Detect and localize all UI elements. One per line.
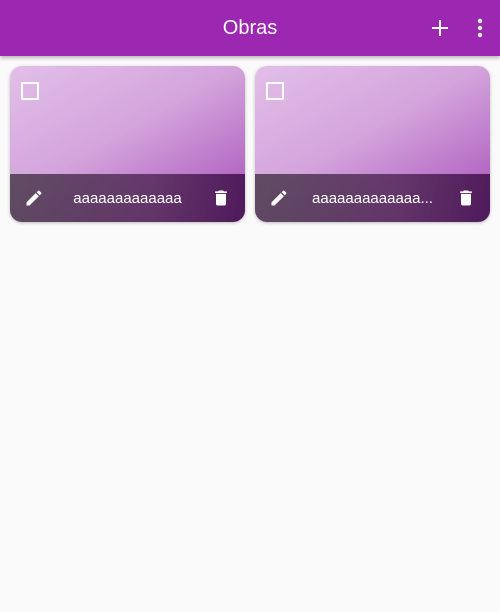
select-checkbox[interactable] bbox=[21, 82, 39, 100]
plus-icon bbox=[431, 19, 449, 37]
pencil-icon bbox=[269, 188, 289, 208]
select-checkbox[interactable] bbox=[266, 82, 284, 100]
delete-button[interactable] bbox=[442, 174, 490, 222]
trash-icon bbox=[456, 188, 476, 208]
card-footer: aaaaaaaaaaaaa bbox=[10, 174, 245, 222]
more-vert-icon bbox=[477, 18, 483, 38]
obra-name: aaaaaaaaaaaaa bbox=[73, 189, 182, 207]
obra-card[interactable]: aaaaaaaaaaaaa bbox=[10, 66, 245, 222]
trash-icon bbox=[211, 188, 231, 208]
delete-button[interactable] bbox=[197, 174, 245, 222]
more-options-button[interactable] bbox=[460, 8, 500, 48]
app-bar: Obras bbox=[0, 0, 500, 56]
card-footer: aaaaaaaaaaaaa... bbox=[255, 174, 490, 222]
edit-button[interactable] bbox=[255, 174, 303, 222]
add-button[interactable] bbox=[420, 8, 460, 48]
obra-card[interactable]: aaaaaaaaaaaaa... bbox=[255, 66, 490, 222]
obra-name: aaaaaaaaaaaaa... bbox=[312, 189, 433, 207]
pencil-icon bbox=[24, 188, 44, 208]
edit-button[interactable] bbox=[10, 174, 58, 222]
